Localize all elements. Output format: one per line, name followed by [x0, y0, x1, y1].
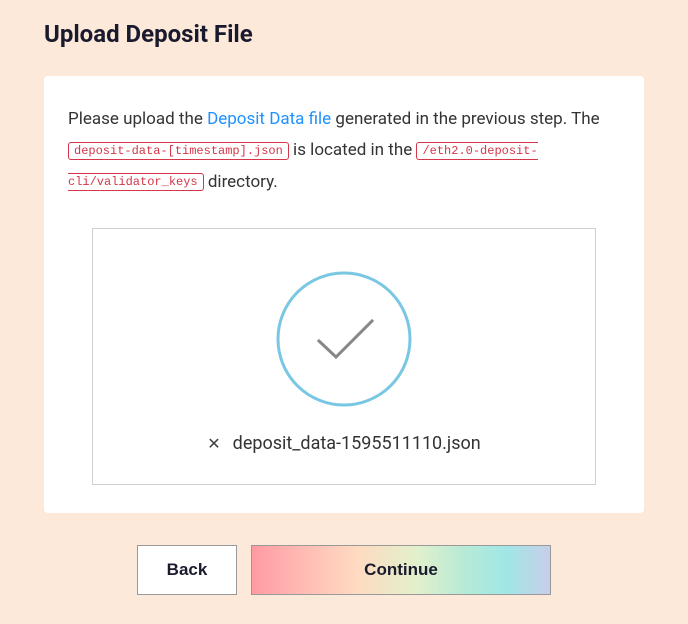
remove-file-icon[interactable]: ✕ — [207, 436, 220, 452]
instructions-suffix: directory. — [204, 172, 278, 192]
instructions-text: Please upload the Deposit Data file gene… — [68, 104, 620, 198]
uploaded-filename: deposit_data-1595511110.json — [233, 433, 481, 454]
page-title: Upload Deposit File — [44, 20, 644, 48]
instructions-between: is located in the — [289, 140, 417, 160]
continue-button[interactable]: Continue — [251, 545, 551, 595]
success-check-icon — [274, 269, 414, 409]
instructions-after-link: generated in the previous step. The — [331, 109, 599, 129]
action-bar: Back Continue — [44, 545, 644, 595]
instructions-prefix: Please upload the — [68, 109, 207, 129]
deposit-data-file-link[interactable]: Deposit Data file — [207, 109, 331, 129]
back-button[interactable]: Back — [137, 545, 237, 595]
upload-card: Please upload the Deposit Data file gene… — [44, 76, 644, 513]
uploaded-file-row: ✕ deposit_data-1595511110.json — [207, 433, 480, 454]
filename-badge: deposit-data-[timestamp].json — [68, 142, 289, 160]
file-dropzone[interactable]: ✕ deposit_data-1595511110.json — [92, 228, 596, 485]
